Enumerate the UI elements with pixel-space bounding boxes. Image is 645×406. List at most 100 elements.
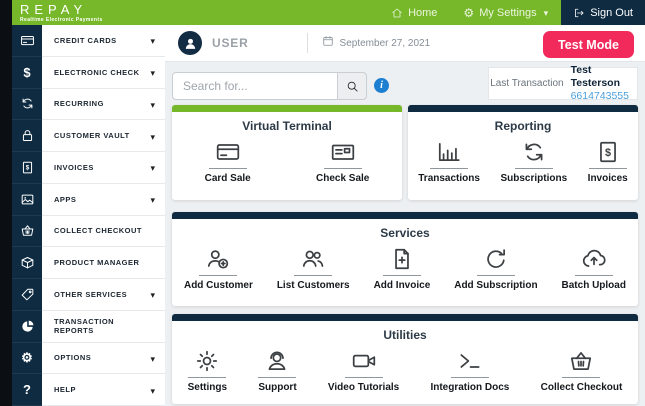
chevron-down-icon (150, 349, 155, 367)
sidebar-item-other-services[interactable]: OTHER SERVICES (0, 279, 165, 311)
panel-title: Reporting (494, 119, 552, 133)
sidebar-item-label: ELECTRONIC CHECK (54, 67, 140, 77)
search-button[interactable] (338, 72, 367, 100)
action-label: Add Subscription (454, 280, 538, 291)
action-label: Collect Checkout (540, 382, 623, 393)
nav-home[interactable]: Home (378, 0, 450, 25)
list-customers-action[interactable]: List Customers (277, 245, 350, 291)
date-text: September 27, 2021 (339, 37, 431, 49)
panel-virtual-terminal: Virtual Terminal Card Sale Check Sale (172, 105, 402, 200)
sidebar-item-label: COLLECT CHECKOUT (54, 226, 142, 236)
sidebar-item-label: OPTIONS (54, 353, 92, 363)
support-agent-icon (264, 347, 290, 375)
support-action[interactable]: Support (258, 347, 297, 393)
sidebar-item-label: CUSTOMER VAULT (54, 131, 130, 141)
icon-underline (199, 275, 238, 276)
icon-underline (258, 377, 297, 378)
search-icon (346, 80, 359, 93)
panel-title: Virtual Terminal (242, 119, 332, 133)
icon-underline (344, 377, 383, 378)
basket-icon (12, 215, 42, 248)
topnav: Home ⚙ My Settings Sign Out (378, 0, 645, 25)
chevron-down-icon (150, 127, 155, 145)
sidebar-item-label: PRODUCT MANAGER (54, 258, 140, 268)
video-tutorials-action[interactable]: Video Tutorials (328, 347, 399, 393)
last-transaction-card: Last Transaction Test Testerson 66147435… (488, 63, 638, 103)
chevron-down-icon (150, 63, 155, 81)
subscriptions-action[interactable]: Subscriptions (500, 138, 567, 184)
add-customer-action[interactable]: Add Customer (184, 245, 253, 291)
settings-action[interactable]: Settings (188, 347, 227, 393)
test-mode-button[interactable]: Test Mode (543, 31, 634, 58)
invoice-icon: $ (595, 138, 621, 166)
sidebar-item-product-manager[interactable]: PRODUCT MANAGER (0, 247, 165, 279)
action-label: Transactions (418, 173, 480, 184)
search-input[interactable] (172, 72, 338, 100)
chevron-down-icon (150, 381, 155, 399)
lock-icon (12, 120, 42, 152)
icon-underline (574, 275, 613, 276)
icon-underline (476, 275, 515, 276)
integration-docs-action[interactable]: Integration Docs (430, 347, 509, 393)
repay-logo: REPAY Realtime Electronic Payments (20, 3, 103, 23)
sidebar-item-electronic-check[interactable]: $ ELECTRONIC CHECK (0, 56, 165, 89)
home-icon (391, 7, 403, 19)
action-label: Subscriptions (500, 173, 568, 184)
info-icon[interactable]: i (374, 78, 389, 93)
video-camera-icon (351, 347, 377, 375)
action-label: Integration Docs (430, 382, 510, 393)
sidebar-item-customer-vault[interactable]: CUSTOMER VAULT (0, 120, 165, 152)
pie-chart-icon (12, 310, 42, 343)
check-sale-action[interactable]: Check Sale (316, 138, 369, 184)
action-label: Settings (187, 382, 228, 393)
batch-upload-action[interactable]: Batch Upload (562, 245, 626, 291)
sidebar-item-transaction-reports[interactable]: TRANSACTION REPORTS (0, 310, 165, 343)
refresh-icon (12, 88, 42, 121)
panel-utilities: Utilities Settings Support Video Tutoria… (172, 314, 638, 404)
gear-icon (194, 347, 220, 375)
sidebar-item-credit-cards[interactable]: CREDIT CARDS (0, 25, 165, 57)
brand-tagline: Realtime Electronic Payments (20, 16, 103, 23)
sign-out-icon (573, 7, 585, 19)
icon-underline (430, 168, 469, 169)
apps-icon (12, 183, 42, 216)
chevron-down-icon (542, 7, 549, 19)
gear-icon: ⚙ (463, 5, 475, 20)
action-label: Batch Upload (561, 280, 626, 291)
sidebar-item-label: RECURRING (54, 99, 104, 109)
sidebar-item-label: CREDIT CARDS (54, 35, 117, 45)
last-transaction-name: Test Testerson (570, 63, 620, 89)
terminal-icon (457, 347, 483, 375)
sidebar-item-recurring[interactable]: RECURRING (0, 88, 165, 121)
transactions-action[interactable]: Transactions (418, 138, 480, 184)
icon-underline (188, 377, 227, 378)
people-icon (300, 245, 326, 273)
add-subscription-action[interactable]: Add Subscription (454, 245, 538, 291)
action-label: Invoices (587, 173, 628, 184)
invoice-icon: $ (12, 152, 42, 184)
sidebar-menu: CREDIT CARDS $ ELECTRONIC CHECK RECURRIN… (0, 25, 165, 406)
nav-sign-out[interactable]: Sign Out (561, 0, 645, 25)
sidebar-item-collect-checkout[interactable]: COLLECT CHECKOUT (0, 215, 165, 248)
bar-chart-icon (436, 138, 462, 166)
panel-title: Services (380, 226, 430, 240)
cloud-upload-icon (581, 245, 607, 273)
collect-checkout-action[interactable]: Collect Checkout (540, 347, 623, 393)
chevron-down-icon (150, 285, 155, 303)
question-icon: ? (12, 374, 42, 406)
dollar-icon: $ (12, 56, 42, 89)
sidebar-item-invoices[interactable]: $ INVOICES (0, 152, 165, 184)
sidebar-item-apps[interactable]: APPS (0, 183, 165, 216)
panel-services: Services Add Customer List Customers Add… (172, 212, 638, 306)
add-invoice-action[interactable]: Add Invoice (374, 245, 430, 291)
last-transaction-phone-link[interactable]: 6614743555 (571, 90, 629, 103)
sidebar-item-label: HELP (54, 385, 77, 395)
icon-underline (450, 377, 489, 378)
sidebar-item-help[interactable]: ? HELP (0, 374, 165, 406)
nav-my-settings[interactable]: ⚙ My Settings (450, 0, 561, 25)
card-sale-action[interactable]: Card Sale (205, 138, 251, 184)
invoices-action[interactable]: $ Invoices (588, 138, 628, 184)
icon-underline (588, 168, 627, 169)
user-header-bar: USER September 27, 2021 Test Mode (165, 25, 645, 62)
sidebar-item-options[interactable]: ⚙ OPTIONS (0, 342, 165, 375)
